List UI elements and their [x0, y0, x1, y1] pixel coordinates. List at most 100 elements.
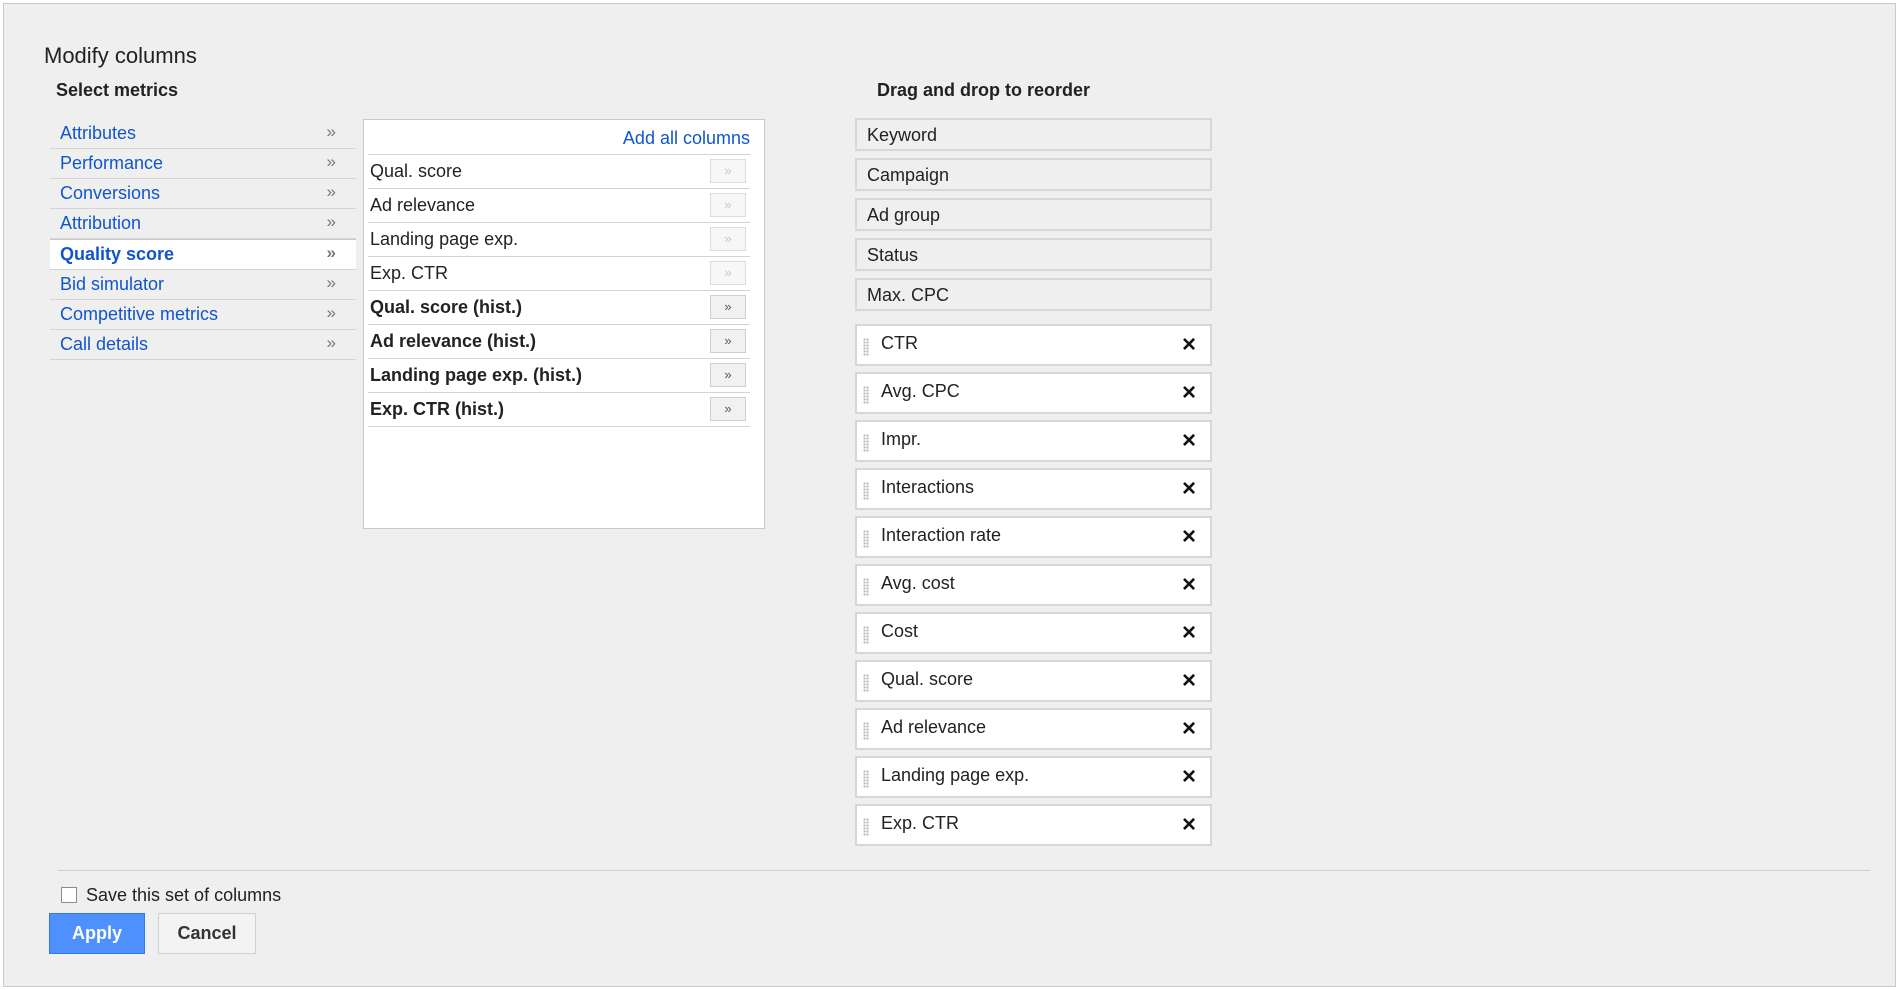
save-columns-label[interactable]: Save this set of columns [86, 885, 281, 906]
category-item[interactable]: Competitive metrics » [50, 300, 356, 330]
column-label: Landing page exp. [881, 765, 1030, 785]
remove-column-icon[interactable]: × [1182, 812, 1196, 838]
drag-handle-icon[interactable] [863, 578, 869, 596]
add-metric-button[interactable]: » [710, 363, 746, 387]
metric-row: Landing page exp. (hist.) » [368, 358, 750, 392]
movable-column-item[interactable]: Avg. cost × [855, 564, 1212, 606]
metric-row: Exp. CTR (hist.) » [368, 392, 750, 427]
movable-column-item[interactable]: Interaction rate × [855, 516, 1212, 558]
add-metric-button[interactable]: » [710, 329, 746, 353]
fixed-columns-list: Keyword Campaign Ad group Status Max. CPC [855, 118, 1212, 318]
remove-column-icon[interactable]: × [1182, 524, 1196, 550]
remove-column-icon[interactable]: × [1182, 380, 1196, 406]
remove-column-icon[interactable]: × [1182, 428, 1196, 454]
column-label: Qual. score [881, 669, 974, 689]
drag-handle-icon[interactable] [863, 770, 869, 788]
category-label: Quality score [60, 244, 175, 264]
drag-handle-icon[interactable] [863, 386, 869, 404]
apply-button[interactable]: Apply [49, 913, 145, 954]
category-label: Competitive metrics [60, 304, 219, 324]
category-item[interactable]: Conversions » [50, 179, 356, 209]
category-item[interactable]: Bid simulator » [50, 270, 356, 300]
add-metric-button: » [710, 261, 746, 285]
movable-column-item[interactable]: Interactions × [855, 468, 1212, 510]
metric-row: Qual. score » [368, 154, 750, 188]
metric-label: Exp. CTR (hist.) [370, 399, 504, 419]
add-metric-button: » [710, 193, 746, 217]
movable-column-item[interactable]: Ad relevance × [855, 708, 1212, 750]
fixed-column-item: Ad group [855, 198, 1212, 231]
movable-column-item[interactable]: Qual. score × [855, 660, 1212, 702]
movable-column-item[interactable]: CTR × [855, 324, 1212, 366]
select-metrics-heading: Select metrics [56, 80, 179, 100]
chevron-right-icon: » [326, 273, 336, 292]
remove-column-icon[interactable]: × [1182, 764, 1196, 790]
drag-handle-icon[interactable] [863, 434, 869, 452]
category-label: Attributes [60, 123, 137, 143]
dialog-title: Modify columns [44, 43, 197, 68]
add-metric-button[interactable]: » [710, 295, 746, 319]
movable-column-item[interactable]: Impr. × [855, 420, 1212, 462]
modify-columns-dialog: Modify columns Select metrics Attributes… [3, 3, 1896, 987]
chevron-right-icon: » [326, 122, 336, 141]
add-metric-button: » [710, 227, 746, 251]
metric-label: Ad relevance (hist.) [370, 331, 537, 351]
movable-column-item[interactable]: Avg. CPC × [855, 372, 1212, 414]
drag-handle-icon[interactable] [863, 818, 869, 836]
drag-handle-icon[interactable] [863, 722, 869, 740]
chevron-right-icon: » [326, 212, 336, 231]
fixed-column-item: Campaign [855, 158, 1212, 191]
cancel-button[interactable]: Cancel [158, 913, 256, 954]
chevron-right-icon: » [326, 182, 336, 201]
category-item[interactable]: Performance » [50, 149, 356, 179]
column-label: Ad relevance [881, 717, 987, 737]
remove-column-icon[interactable]: × [1182, 476, 1196, 502]
metric-label: Landing page exp. (hist.) [370, 365, 583, 385]
remove-column-icon[interactable]: × [1182, 716, 1196, 742]
remove-column-icon[interactable]: × [1182, 332, 1196, 358]
remove-column-icon[interactable]: × [1182, 572, 1196, 598]
drag-handle-icon[interactable] [863, 482, 869, 500]
metric-row: Qual. score (hist.) » [368, 290, 750, 324]
column-label: Avg. cost [881, 573, 955, 593]
add-metric-button[interactable]: » [710, 397, 746, 421]
fixed-column-item: Keyword [855, 118, 1212, 151]
add-metric-button: » [710, 159, 746, 183]
metric-row: Ad relevance » [368, 188, 750, 222]
movable-column-item[interactable]: Cost × [855, 612, 1212, 654]
category-item[interactable]: Attribution » [50, 209, 356, 239]
column-label: Cost [881, 621, 919, 641]
column-label: Interactions [881, 477, 975, 497]
category-item[interactable]: Quality score » [50, 239, 356, 270]
metric-label: Landing page exp. [370, 229, 519, 249]
movable-column-item[interactable]: Landing page exp. × [855, 756, 1212, 798]
category-item[interactable]: Attributes » [50, 119, 356, 149]
column-label: Exp. CTR [881, 813, 960, 833]
metric-label: Qual. score [370, 161, 463, 181]
fixed-column-item: Max. CPC [855, 278, 1212, 311]
movable-column-item[interactable]: Exp. CTR × [855, 804, 1212, 846]
metric-row: Exp. CTR » [368, 256, 750, 290]
metric-label: Ad relevance [370, 195, 476, 215]
reorder-heading: Drag and drop to reorder [877, 80, 1091, 100]
remove-column-icon[interactable]: × [1182, 620, 1196, 646]
drag-handle-icon[interactable] [863, 626, 869, 644]
metric-category-list: Attributes» Performance» Conversions» Attri… [50, 119, 356, 360]
save-columns-checkbox[interactable] [61, 887, 77, 903]
column-label: Avg. CPC [881, 381, 960, 401]
drag-handle-icon[interactable] [863, 338, 869, 356]
metric-label: Exp. CTR [370, 263, 449, 283]
drag-handle-icon[interactable] [863, 530, 869, 548]
chevron-right-icon: » [326, 152, 336, 171]
category-label: Performance [60, 153, 164, 173]
category-label: Call details [60, 334, 149, 354]
drag-handle-icon[interactable] [863, 674, 869, 692]
metric-row: Ad relevance (hist.) » [368, 324, 750, 358]
category-item[interactable]: Call details » [50, 330, 356, 360]
chevron-right-icon: » [326, 303, 336, 322]
remove-column-icon[interactable]: × [1182, 668, 1196, 694]
column-label: Impr. [881, 429, 922, 449]
chevron-right-icon: » [326, 333, 336, 352]
add-all-columns-link[interactable]: Add all columns [623, 128, 750, 149]
category-label: Conversions [60, 183, 161, 203]
